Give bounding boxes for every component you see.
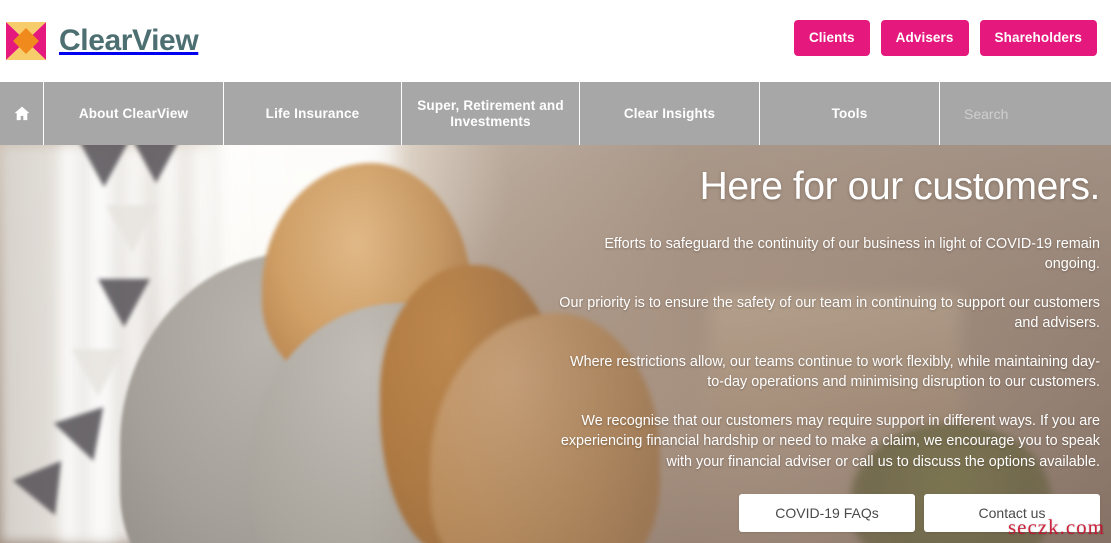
nav-item-home[interactable] — [0, 82, 44, 145]
hero-content: Here for our customers. Efforts to safeg… — [0, 145, 1111, 543]
hero-paragraph-2: Our priority is to ensure the safety of … — [559, 294, 1100, 332]
site-header: ClearView Clients Advisers Shareholders — [0, 0, 1111, 82]
hero-paragraph-4: We recognise that our customers may requ… — [560, 412, 1100, 470]
nav-item-super-retirement-investments[interactable]: Super, Retirement and Investments — [402, 82, 580, 145]
header-action-buttons: Clients Advisers Shareholders — [793, 20, 1097, 56]
nav-item-tools[interactable]: Tools — [760, 82, 940, 145]
hero-title: Here for our customers. — [699, 165, 1101, 208]
nav-item-life-insurance[interactable]: Life Insurance — [224, 82, 402, 145]
clients-button[interactable]: Clients — [793, 20, 870, 56]
search-input[interactable] — [964, 105, 1111, 122]
nav-item-clear-insights[interactable]: Clear Insights — [580, 82, 760, 145]
watermark: seczk.com — [1007, 515, 1105, 539]
nav-search-area[interactable] — [940, 82, 1111, 145]
clearview-bowtie-logo-icon — [4, 19, 48, 63]
hero-paragraph-3: Where restrictions allow, our teams cont… — [569, 353, 1100, 391]
hero-paragraph-1: Efforts to safeguard the continuity of o… — [604, 235, 1100, 273]
nav-label: Tools — [831, 105, 868, 121]
nav-label: About ClearView — [78, 105, 189, 121]
brand-logo-link[interactable]: ClearView — [4, 0, 199, 82]
brand-name: ClearView — [59, 24, 199, 57]
hero-copy-column: Here for our customers. Efforts to safeg… — [555, 165, 1101, 533]
advisers-button[interactable]: Advisers — [880, 20, 969, 56]
main-navigation: About ClearView Life Insurance Super, Re… — [0, 82, 1111, 145]
home-icon — [14, 106, 30, 121]
nav-item-about-clearview[interactable]: About ClearView — [44, 82, 224, 145]
hero-banner: Here for our customers. Efforts to safeg… — [0, 145, 1111, 543]
covid-faqs-button[interactable]: COVID-19 FAQs — [739, 494, 915, 533]
nav-label: Super, Retirement and Investments — [417, 97, 564, 129]
nav-label: Clear Insights — [623, 105, 716, 121]
nav-label: Life Insurance — [265, 105, 360, 121]
shareholders-button[interactable]: Shareholders — [979, 20, 1097, 56]
page-root: ClearView Clients Advisers Shareholders … — [0, 0, 1111, 543]
